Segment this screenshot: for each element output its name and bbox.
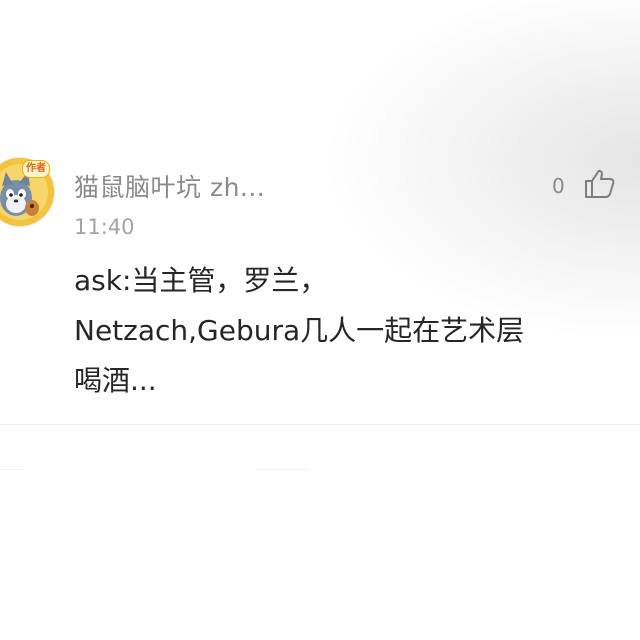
divider (0, 469, 25, 470)
like-button[interactable] (582, 166, 618, 202)
thumbs-up-icon (585, 169, 615, 198)
comment-screen: 作者 猫鼠脑叶坑 zh... 11:40 0 ask:当主管，罗兰， Netza… (0, 0, 640, 640)
comment-content-line: Netzach,Gebura几人一起在艺术层 (74, 314, 525, 347)
like-count: 0 (552, 174, 565, 198)
divider (0, 424, 640, 425)
comment-content-line: ask:当主管，罗兰， (74, 264, 328, 297)
timestamp: 11:40 (74, 215, 135, 239)
comment-content-line: 喝酒... (74, 364, 157, 397)
author-badge: 作者 (22, 160, 50, 178)
divider (255, 469, 310, 470)
username[interactable]: 猫鼠脑叶坑 zh... (74, 168, 265, 204)
comment-content: ask:当主管，罗兰， Netzach,Gebura几人一起在艺术层 喝酒... (74, 256, 614, 406)
